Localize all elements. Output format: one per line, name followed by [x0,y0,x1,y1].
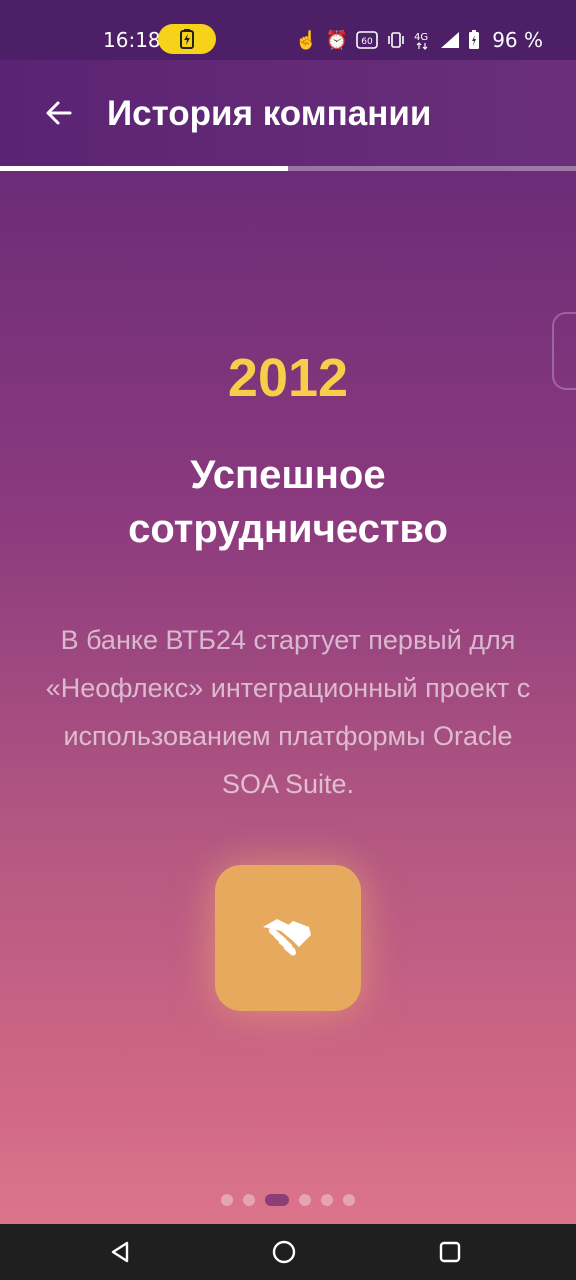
status-time: 16:18 [103,28,161,52]
battery-percent: 96 % [492,28,543,52]
pager-dot[interactable] [299,1194,311,1206]
pager-dots [0,1194,576,1206]
vibrate-icon [388,32,404,48]
alarm-icon: ⏰ [325,29,349,50]
page-title: История компании [107,94,432,133]
arrow-left-icon[interactable] [44,98,74,128]
handshake-icon [263,919,311,956]
status-bar: 16:18 ☝ ⏰ 60 4G 96 % [0,0,576,60]
status-icons: ☝ ⏰ 60 4G 96 % [295,28,543,52]
signal-icon [441,32,460,48]
pager-dot[interactable] [221,1194,233,1206]
svg-text:60: 60 [361,37,373,47]
slide-heading: Успешное сотрудничество [128,453,448,551]
battery-charging-icon [158,24,216,54]
story-progress-fill [0,166,288,171]
pager-dot[interactable] [321,1194,333,1206]
svg-text:4G: 4G [414,32,428,43]
back-triangle-icon[interactable] [108,1240,132,1264]
slide-icon-card [215,865,361,1011]
pager-dot[interactable] [343,1194,355,1206]
slide-description: В банке ВТБ24 стартует первый для «Неофл… [45,625,531,799]
battery-icon [469,30,480,49]
system-nav-bar [0,1224,576,1280]
network-4g-icon: 4G [414,32,428,50]
pager-dot[interactable] [265,1194,289,1206]
home-circle-icon[interactable] [272,1240,296,1264]
slide-year: 2012 [227,348,349,408]
hd-60-icon: 60 [356,31,378,49]
recents-square-icon[interactable] [438,1240,462,1264]
pager-dot[interactable] [243,1194,255,1206]
touch-icon: ☝ [295,29,318,50]
story-progress-bar [0,166,576,171]
